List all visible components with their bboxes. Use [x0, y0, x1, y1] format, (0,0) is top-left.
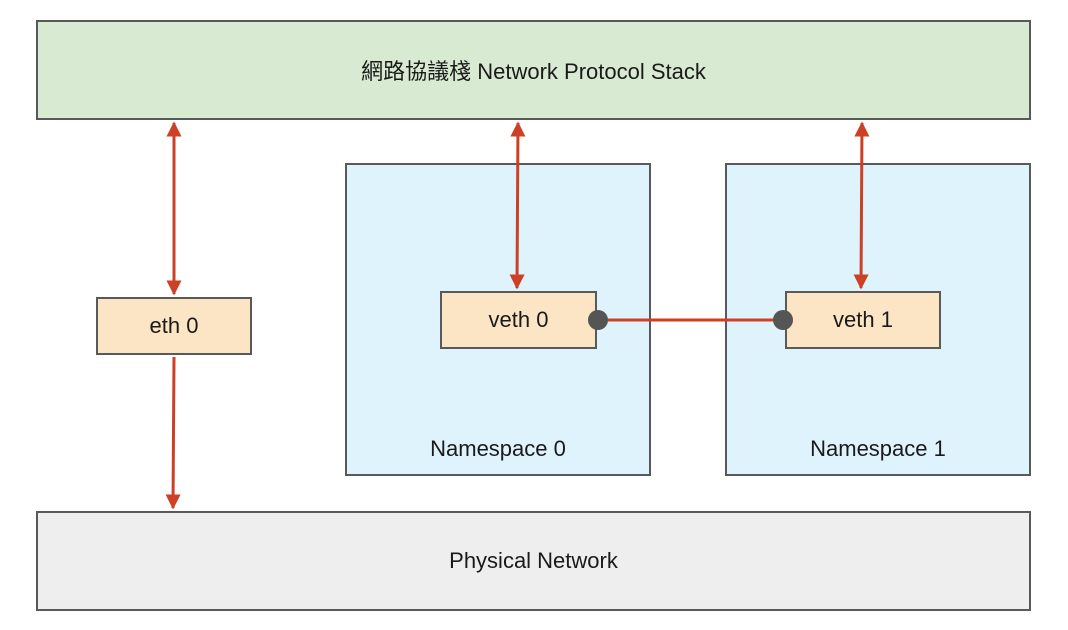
veth0-interface: veth 0 [440, 291, 597, 349]
network-protocol-stack-label: 網路協議棧 Network Protocol Stack [361, 59, 706, 84]
physical-network-box: Physical Network [36, 511, 1031, 611]
veth0-label: veth 0 [488, 307, 549, 332]
physical-network-label: Physical Network [449, 548, 618, 573]
namespace-1-label: Namespace 1 [810, 436, 946, 461]
veth1-label: veth 1 [833, 307, 893, 332]
eth0-label: eth 0 [149, 313, 199, 338]
namespace-0-label: Namespace 0 [430, 436, 566, 461]
eth0-physical-arrow [165, 356, 181, 510]
network-protocol-stack-box: 網路協議棧 Network Protocol Stack [36, 20, 1031, 120]
eth0-interface: eth 0 [96, 297, 252, 355]
veth1-interface: veth 1 [785, 291, 941, 349]
